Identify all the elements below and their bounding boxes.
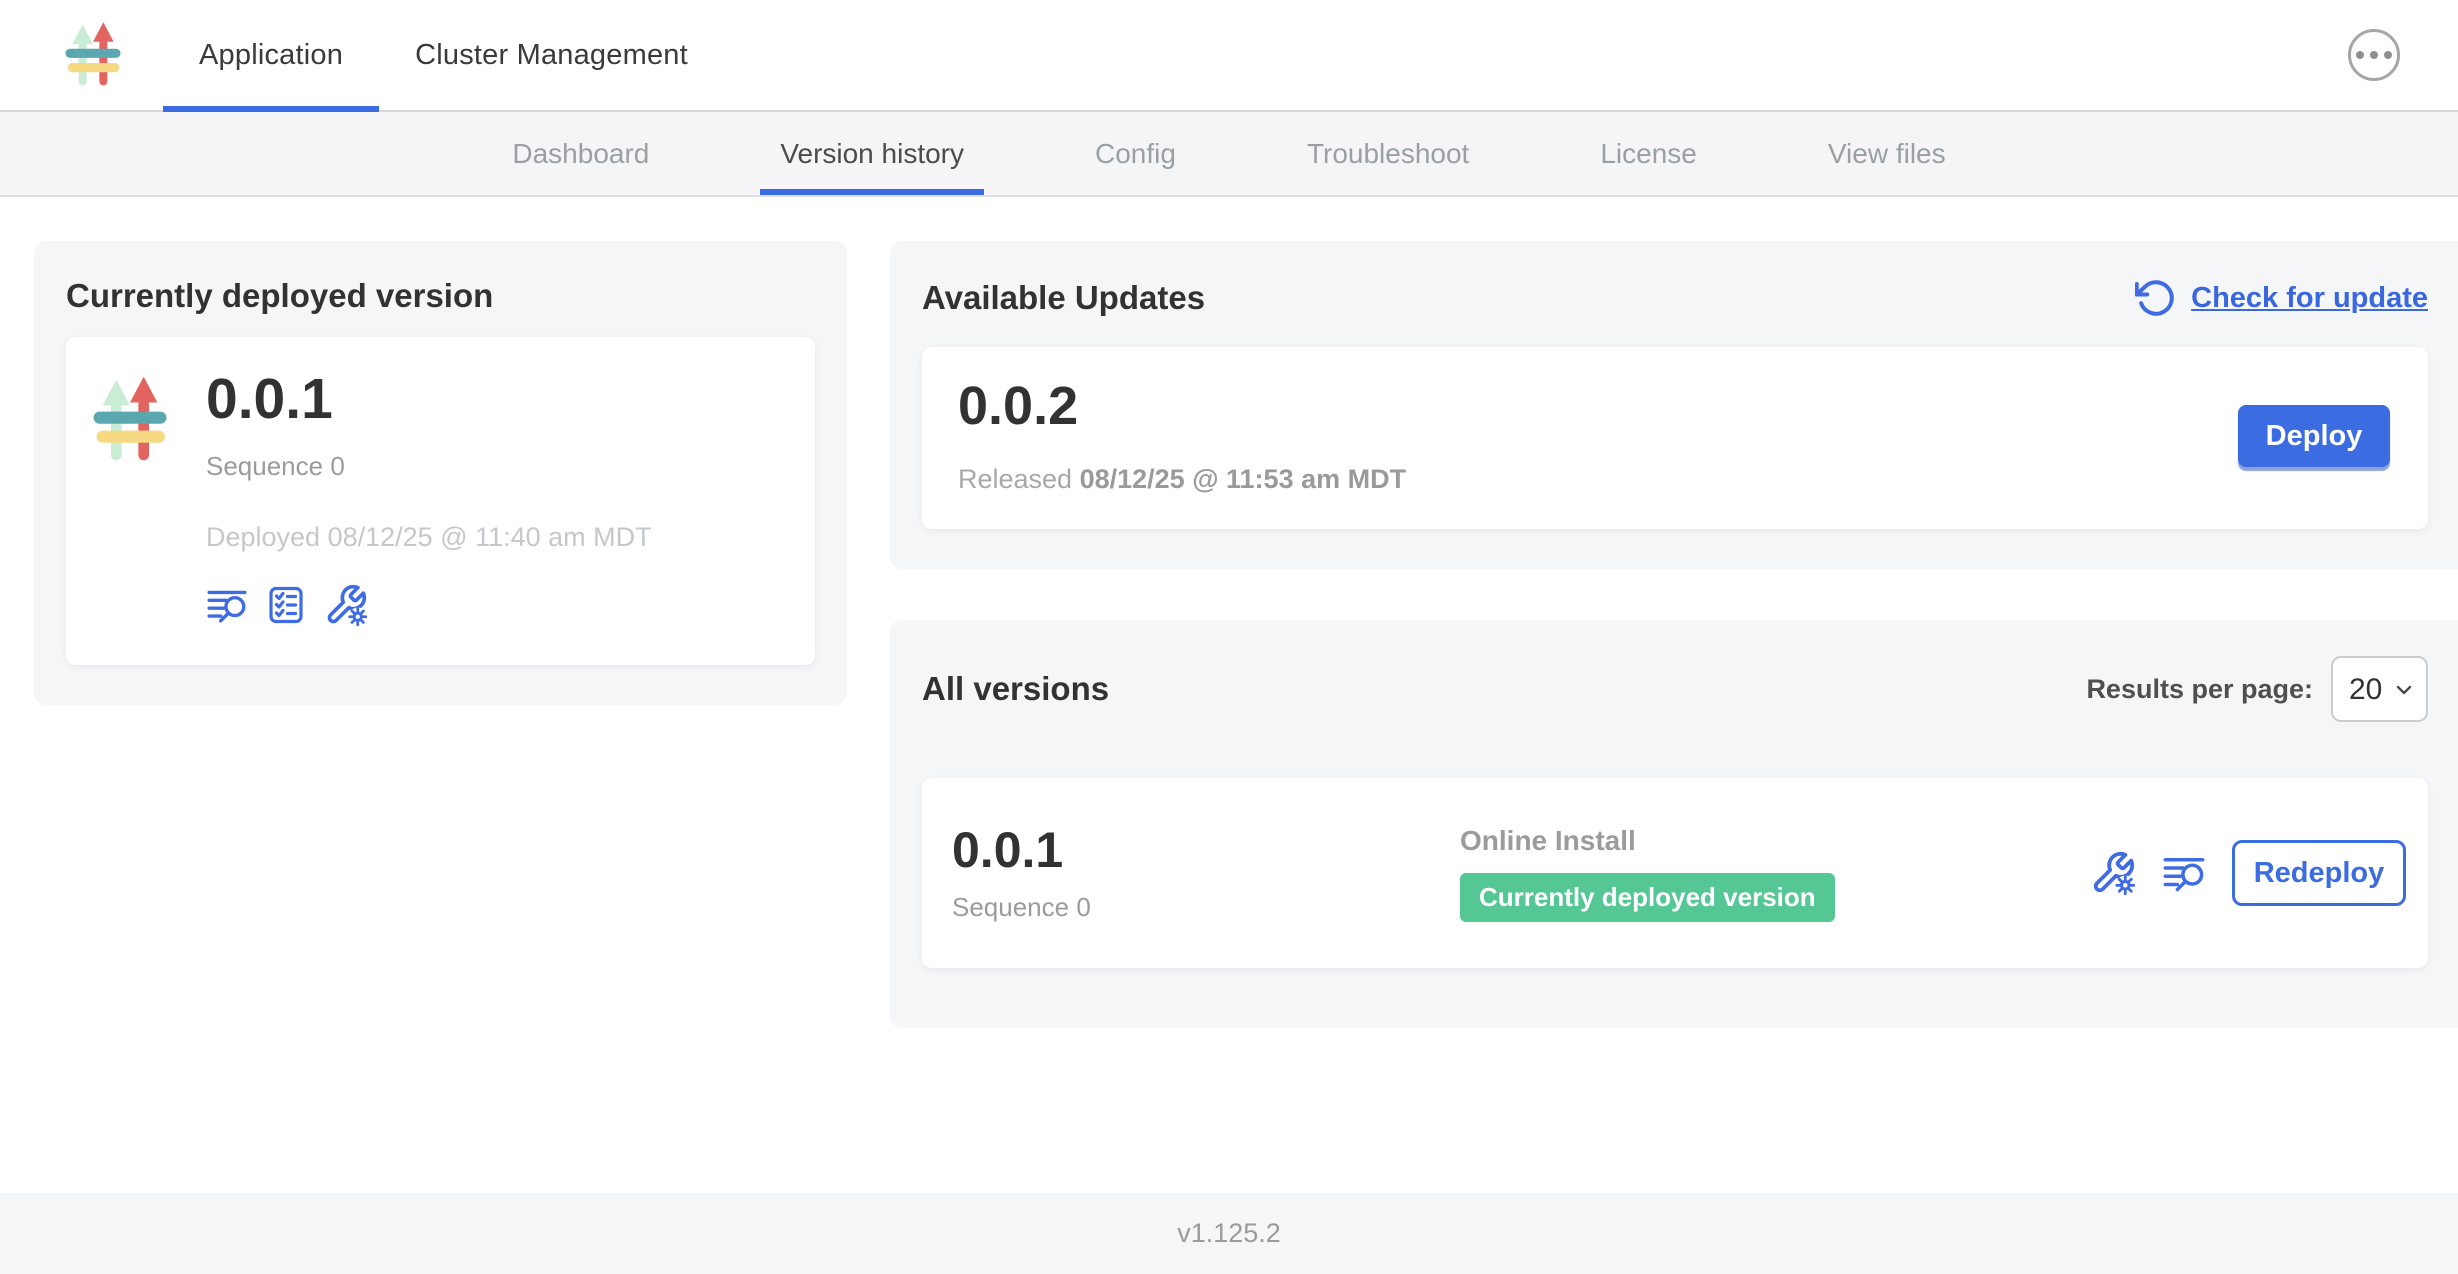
check-for-update-label: Check for update [2191,282,2428,315]
row-version-info: 0.0.1 Sequence 0 [952,823,1460,923]
available-updates-header: Available Updates Check for update [922,277,2428,319]
results-per-page-select[interactable]: 20 [2331,656,2428,722]
ellipsis-menu-icon[interactable] [2348,29,2400,81]
footer: v1.125.2 [0,1193,2458,1274]
update-info: 0.0.2 Released 08/12/25 @ 11:53 am MDT [958,377,1406,495]
row-status: Online Install Currently deployed versio… [1460,825,2090,922]
all-versions-header: All versions Results per page: 20 [922,656,2428,722]
all-versions-card: All versions Results per page: 20 [890,620,2458,1028]
tab-dashboard-label: Dashboard [512,138,649,170]
tab-view-files-label: View files [1828,138,1946,170]
tab-cluster-management-label: Cluster Management [415,39,688,72]
tab-troubleshoot[interactable]: Troubleshoot [1287,112,1489,195]
tab-version-history[interactable]: Version history [760,112,984,195]
app-screen: Application Cluster Management Dashboard… [0,0,2458,1274]
check-for-update-link[interactable]: Check for update [2135,277,2428,319]
app-logo-icon [64,20,122,90]
deploy-button[interactable]: Deploy [2238,405,2390,467]
released-prefix: Released [958,464,1072,494]
tab-version-history-label: Version history [780,138,964,170]
install-type-label: Online Install [1460,825,2090,857]
deployed-version-number: 0.0.1 [206,367,652,433]
currently-deployed-version-panel: 0.0.1 Sequence 0 Deployed 08/12/25 @ 11:… [66,337,815,665]
released-date: 08/12/25 @ 11:53 am MDT [1080,464,1407,494]
update-version-number: 0.0.2 [958,377,1406,436]
results-per-page: Results per page: 20 [2086,656,2428,722]
main-content: Currently deployed version 0.0.1 Sequenc… [0,197,2458,1193]
deployed-timestamp: Deployed 08/12/25 @ 11:40 am MDT [206,522,652,553]
top-header: Application Cluster Management [0,0,2458,112]
available-updates-title: Available Updates [922,279,1205,317]
right-column: Available Updates Check for update 0.0.2… [890,241,2458,1028]
row-actions: Redeploy [2090,840,2406,906]
dot [2370,51,2378,59]
results-per-page-label: Results per page: [2086,674,2313,705]
row-version-number: 0.0.1 [952,823,1460,878]
dot [2356,51,2364,59]
redeploy-button[interactable]: Redeploy [2232,840,2406,906]
refresh-icon [2135,277,2177,319]
view-logs-icon[interactable] [206,584,248,626]
tab-troubleshoot-label: Troubleshoot [1307,138,1469,170]
tab-license[interactable]: License [1580,112,1717,195]
all-versions-title: All versions [922,670,1109,708]
deployed-actions [206,583,652,627]
deployed-sequence: Sequence 0 [206,451,652,482]
update-row: 0.0.2 Released 08/12/25 @ 11:53 am MDT D… [922,347,2428,529]
row-sequence: Sequence 0 [952,892,1460,923]
console-version: v1.125.2 [1177,1218,1281,1249]
tab-cluster-management[interactable]: Cluster Management [379,0,724,110]
currently-deployed-title: Currently deployed version [66,277,815,315]
tab-config-label: Config [1095,138,1176,170]
tab-license-label: License [1600,138,1697,170]
tab-view-files[interactable]: View files [1808,112,1966,195]
results-per-page-select-wrap: 20 [2331,656,2428,722]
edit-config-icon[interactable] [324,583,368,627]
tab-application-label: Application [199,39,343,72]
version-row: 0.0.1 Sequence 0 Online Install Currentl… [922,778,2428,968]
tab-dashboard[interactable]: Dashboard [492,112,669,195]
deployed-version-info: 0.0.1 Sequence 0 Deployed 08/12/25 @ 11:… [206,367,652,627]
edit-config-icon[interactable] [2090,850,2136,896]
available-updates-card: Available Updates Check for update 0.0.2… [890,241,2458,569]
top-nav: Application Cluster Management [163,0,724,110]
tab-config[interactable]: Config [1075,112,1196,195]
currently-deployed-badge: Currently deployed version [1460,873,1835,922]
view-logs-icon[interactable] [2162,851,2206,895]
preflight-checks-icon[interactable] [266,585,306,625]
currently-deployed-card: Currently deployed version 0.0.1 Sequenc… [34,241,847,705]
app-subnav: Dashboard Version history Config Trouble… [0,112,2458,197]
update-released-timestamp: Released 08/12/25 @ 11:53 am MDT [958,464,1406,495]
tab-application[interactable]: Application [163,0,379,110]
dot [2384,51,2392,59]
app-logo-icon [92,373,168,467]
